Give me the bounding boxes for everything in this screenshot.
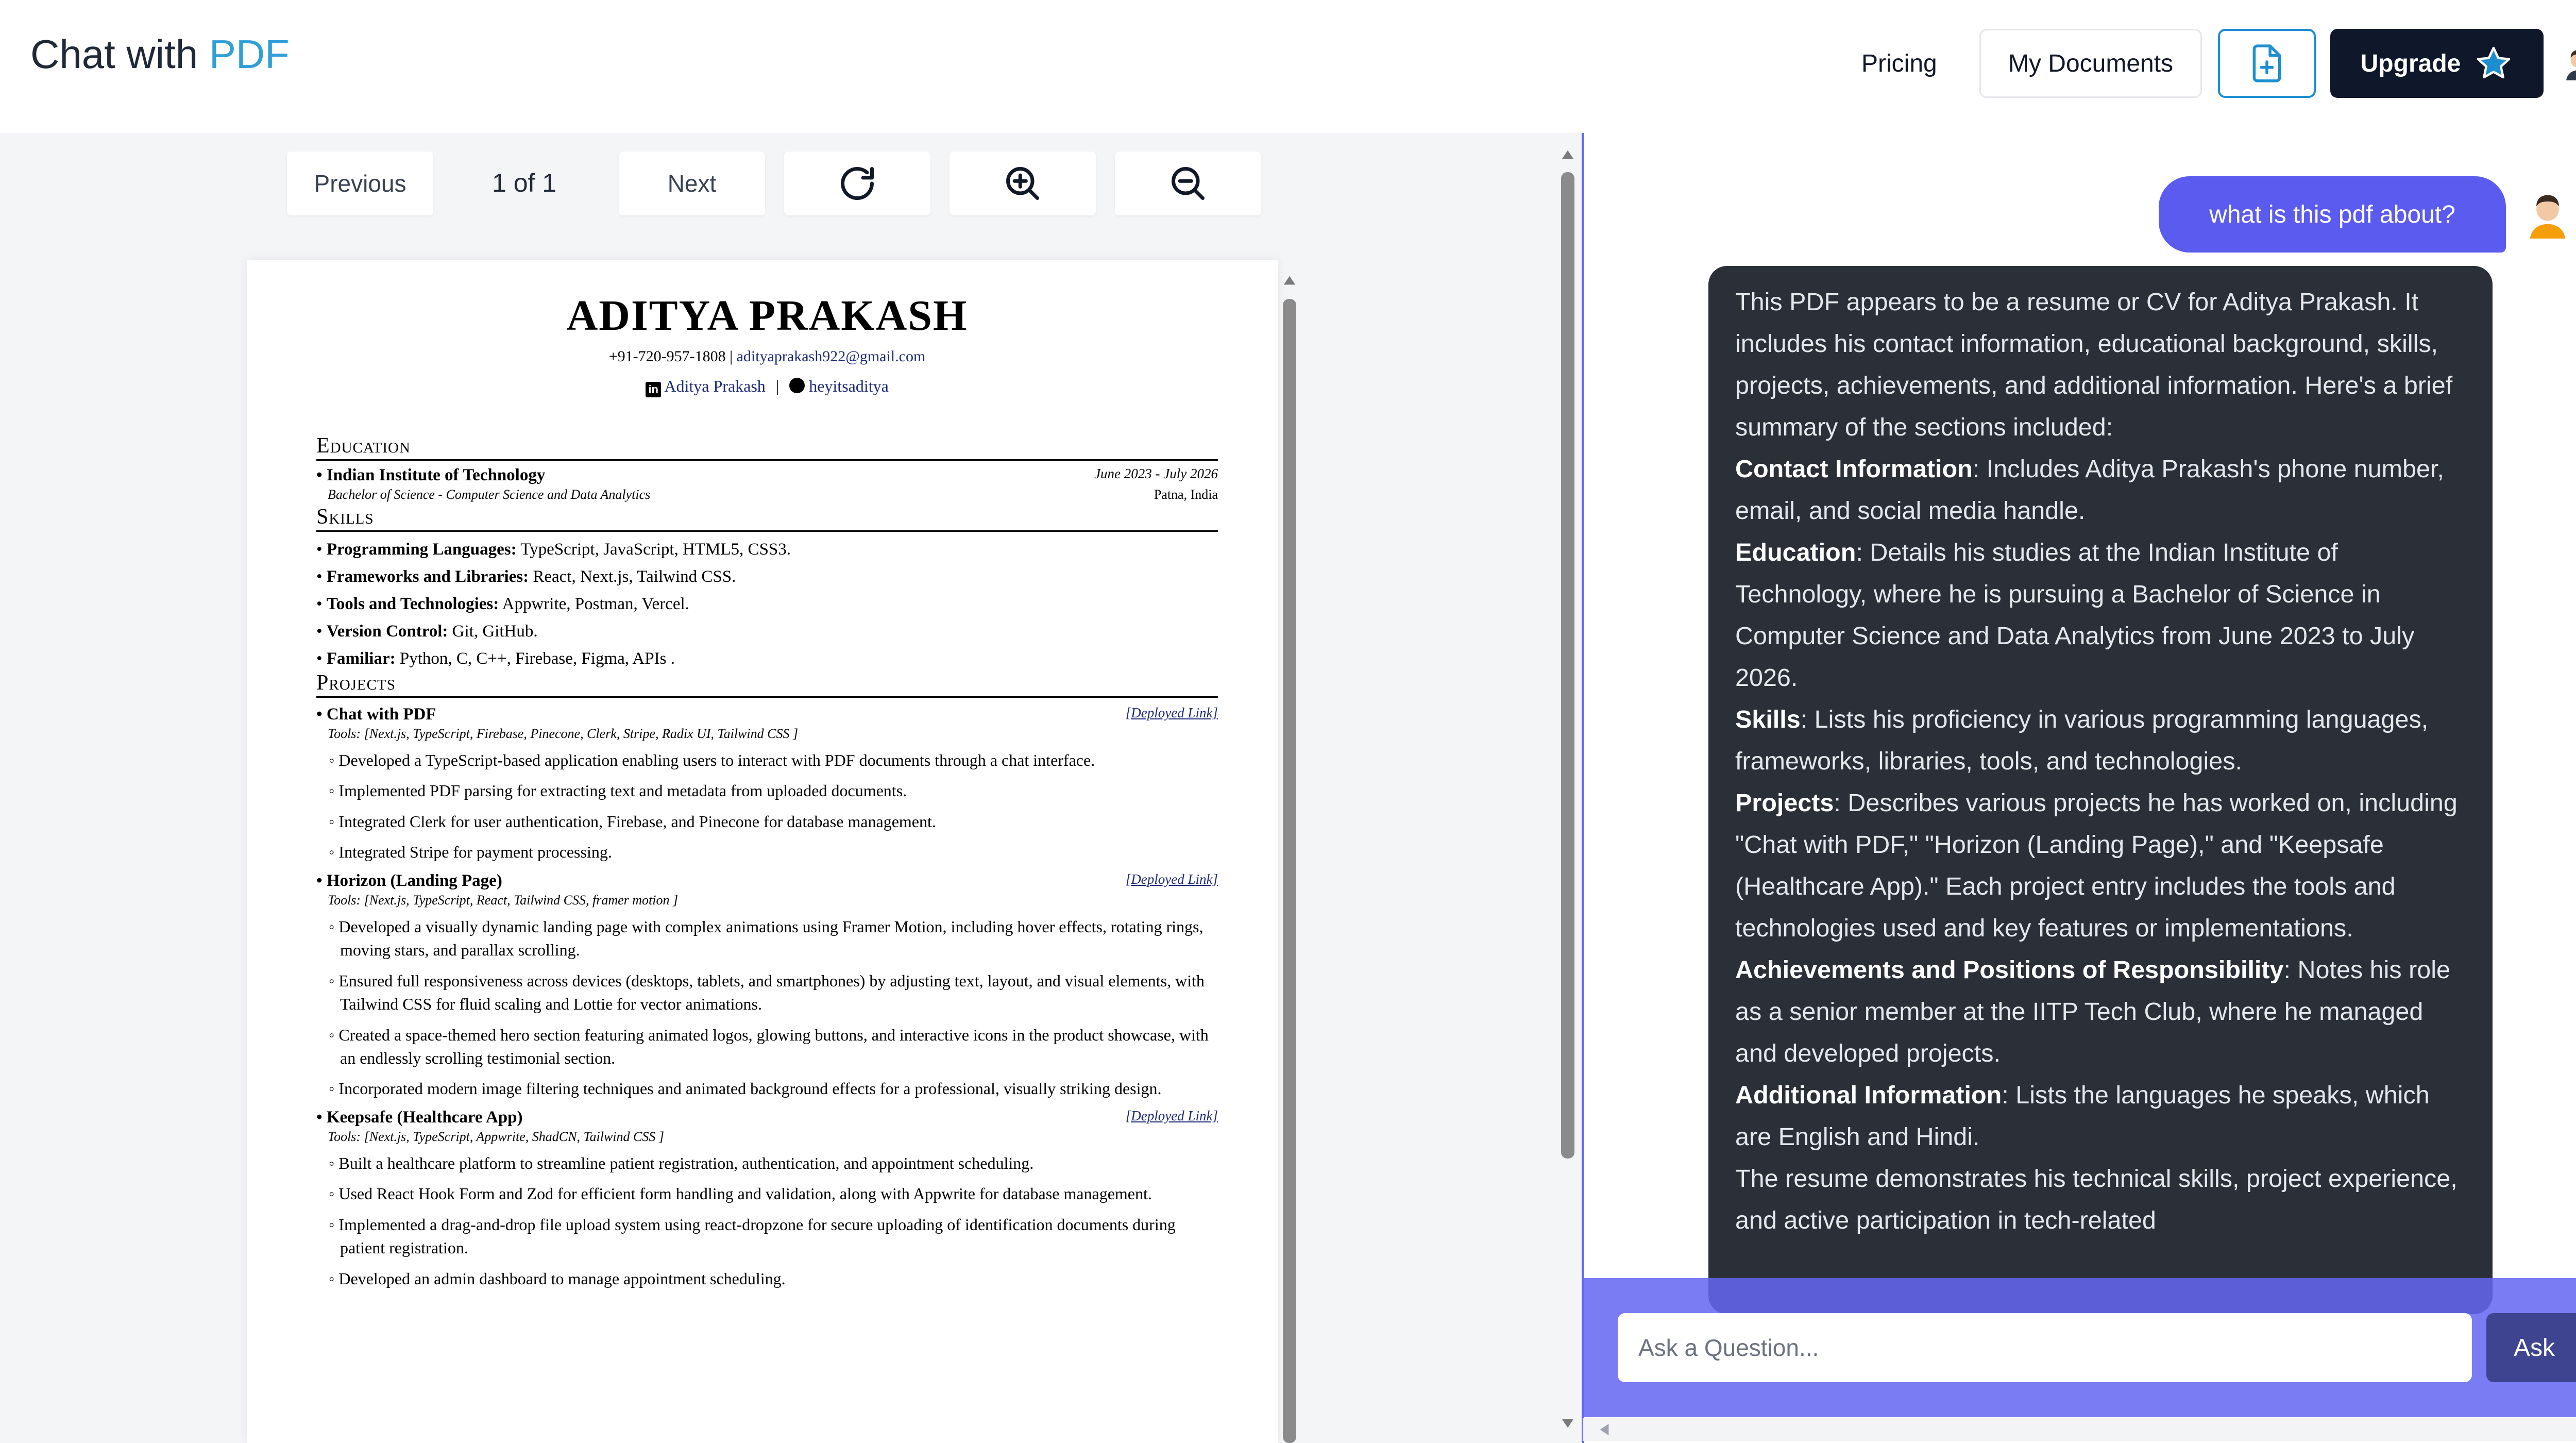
app-logo[interactable]: Chat with PDF: [30, 31, 290, 78]
brand-prefix: Chat with: [30, 31, 209, 77]
bot-section: Achievements and Positions of Responsibi…: [1735, 956, 2450, 1067]
resume-phone: +91-720-957-1808: [608, 348, 726, 365]
project-bullet: ◦ Ensured full responsiveness across dev…: [329, 971, 1205, 1014]
bot-outro: The resume demonstrates his technical sk…: [1735, 1165, 2458, 1234]
assistant-message-bubble: This PDF appears to be a resume or CV fo…: [1708, 266, 2493, 1314]
education-location: Patna, India: [1154, 487, 1218, 502]
bot-section: Contact Information: Includes Aditya Pra…: [1735, 455, 2444, 525]
my-documents-button[interactable]: My Documents: [1979, 29, 2202, 98]
education-dates: June 2023 - July 2026: [1094, 466, 1218, 481]
project-tools: Tools: [Next.js, TypeScript, React, Tail…: [328, 892, 679, 908]
user-avatar-icon[interactable]: [2561, 45, 2576, 81]
bot-section: Additional Information: Lists the langua…: [1735, 1081, 2430, 1151]
previous-page-button[interactable]: Previous: [287, 152, 433, 215]
ask-question-input[interactable]: [1618, 1313, 2472, 1382]
skill-item: • Version Control: Git, GitHub.: [316, 622, 538, 641]
project-bullet: ◦ Implemented a drag-and-drop file uploa…: [329, 1215, 1176, 1257]
education-sub: Bachelor of Science - Computer Science a…: [316, 487, 1218, 502]
project-tools: Tools: [Next.js, TypeScript, Firebase, P…: [328, 726, 799, 741]
resume-name: ADITYA PRAKASH: [566, 292, 968, 340]
zoom-out-icon: [1172, 167, 1205, 200]
pdf-page: ADITYA PRAKASH +91-720-957-1808 | aditya…: [247, 260, 1278, 1443]
resume-github-link[interactable]: heyitsaditya: [809, 377, 889, 395]
upgrade-button[interactable]: Upgrade: [2330, 29, 2544, 98]
education-school: • Indian Institute of Technology: [316, 466, 546, 484]
bot-intro: This PDF appears to be a resume or CV fo…: [1735, 288, 2453, 441]
project-bullet: ◦ Implemented PDF parsing for extracting…: [329, 781, 907, 800]
deployed-link[interactable]: [Deployed Link]: [1126, 871, 1218, 891]
bot-section: Skills: Lists his proficiency in various…: [1735, 706, 2429, 775]
user-message-bubble: what is this pdf about?: [2159, 176, 2506, 253]
education-degree: Bachelor of Science - Computer Science a…: [328, 487, 651, 502]
upgrade-label: Upgrade: [2360, 49, 2461, 77]
pdf-scroll-up-arrow[interactable]: [1282, 273, 1297, 288]
rotate-button[interactable]: [784, 152, 930, 215]
github-icon: [789, 378, 805, 393]
project-title: • Keepsafe (Healthcare App) [Deployed Li…: [316, 1108, 1218, 1127]
skill-item: • Tools and Technologies: Appwrite, Post…: [316, 595, 689, 613]
scroll-left-arrow[interactable]: [1597, 1422, 1612, 1437]
ask-button[interactable]: Ask: [2486, 1313, 2576, 1382]
project-bullet: ◦ Developed a visually dynamic landing p…: [329, 917, 1204, 960]
project-tools: Tools: [Next.js, TypeScript, Appwrite, S…: [328, 1129, 664, 1144]
bot-section: Projects: Describes various projects he …: [1735, 789, 2458, 942]
resume-contact: +91-720-957-1808 | adityaprakash922@gmai…: [608, 348, 926, 365]
project-bullet: ◦ Incorporated modern image filtering te…: [329, 1079, 1162, 1098]
zoom-in-button[interactable]: [950, 152, 1096, 215]
education-row: • Indian Institute of Technology June 20…: [316, 466, 1218, 485]
project-bullet: ◦ Built a healthcare platform to streaml…: [329, 1153, 1034, 1172]
zoom-out-button[interactable]: [1115, 152, 1261, 215]
skill-item: • Familiar: Python, C, C++, Firebase, Fi…: [316, 649, 675, 668]
zoom-in-icon: [1006, 167, 1039, 200]
skill-item: • Frameworks and Libraries: React, Next.…: [316, 567, 736, 586]
rotate-icon: [841, 167, 874, 200]
resume-linkedin-link[interactable]: Aditya Prakash: [664, 377, 765, 395]
user-avatar-icon: [2530, 195, 2566, 239]
project-bullet: ◦ Created a space-themed hero section fe…: [329, 1025, 1209, 1067]
app-header: Chat with PDF Pricing My Documents Upgra…: [0, 0, 2576, 133]
education-heading: Education: [316, 433, 1218, 461]
star-icon: [2477, 46, 2511, 79]
skills-heading: Skills: [316, 505, 1218, 532]
project-bullet: ◦ Developed an admin dashboard to manage…: [329, 1269, 786, 1288]
project-bullet: ◦ Integrated Clerk for user authenticati…: [329, 812, 936, 831]
pdf-scrollbar-thumb[interactable]: [1283, 299, 1296, 1443]
project-bullet: ◦ Developed a TypeScript-based applicati…: [329, 751, 1095, 769]
viewer-scroll-down-arrow[interactable]: [1560, 1416, 1575, 1431]
pricing-link[interactable]: Pricing: [1861, 49, 1937, 78]
next-page-button[interactable]: Next: [619, 152, 765, 215]
resume-social: in Aditya Prakash | heyitsaditya: [316, 377, 1218, 397]
project-title: • Horizon (Landing Page) [Deployed Link]: [316, 871, 1218, 891]
file-plus-icon: [2252, 44, 2281, 82]
project-title: • Chat with PDF [Deployed Link]: [316, 705, 1218, 724]
linkedin-icon: in: [646, 382, 662, 397]
resume-email-link[interactable]: adityaprakash922@gmail.com: [737, 348, 926, 365]
brand-accent: PDF: [209, 31, 290, 77]
viewer-scrollbar-thumb[interactable]: [1561, 172, 1574, 1159]
bot-section: Education: Details his studies at the In…: [1735, 539, 2415, 692]
viewer-scroll-up-arrow[interactable]: [1560, 147, 1575, 162]
upload-document-button[interactable]: [2218, 29, 2316, 98]
deployed-link[interactable]: [Deployed Link]: [1126, 1108, 1218, 1127]
page-indicator: 1 of 1: [492, 169, 557, 197]
chat-horizontal-scrollbar[interactable]: [1583, 1418, 2576, 1441]
projects-heading: Projects: [316, 670, 1218, 698]
resume-content: ADITYA PRAKASH +91-720-957-1808 | aditya…: [316, 291, 1218, 1290]
project-bullet: ◦ Integrated Stripe for payment processi…: [329, 843, 612, 862]
skill-item: • Programming Languages: TypeScript, Jav…: [316, 540, 791, 559]
project-bullet: ◦ Used React Hook Form and Zod for effic…: [329, 1184, 1152, 1203]
deployed-link[interactable]: [Deployed Link]: [1126, 705, 1218, 724]
